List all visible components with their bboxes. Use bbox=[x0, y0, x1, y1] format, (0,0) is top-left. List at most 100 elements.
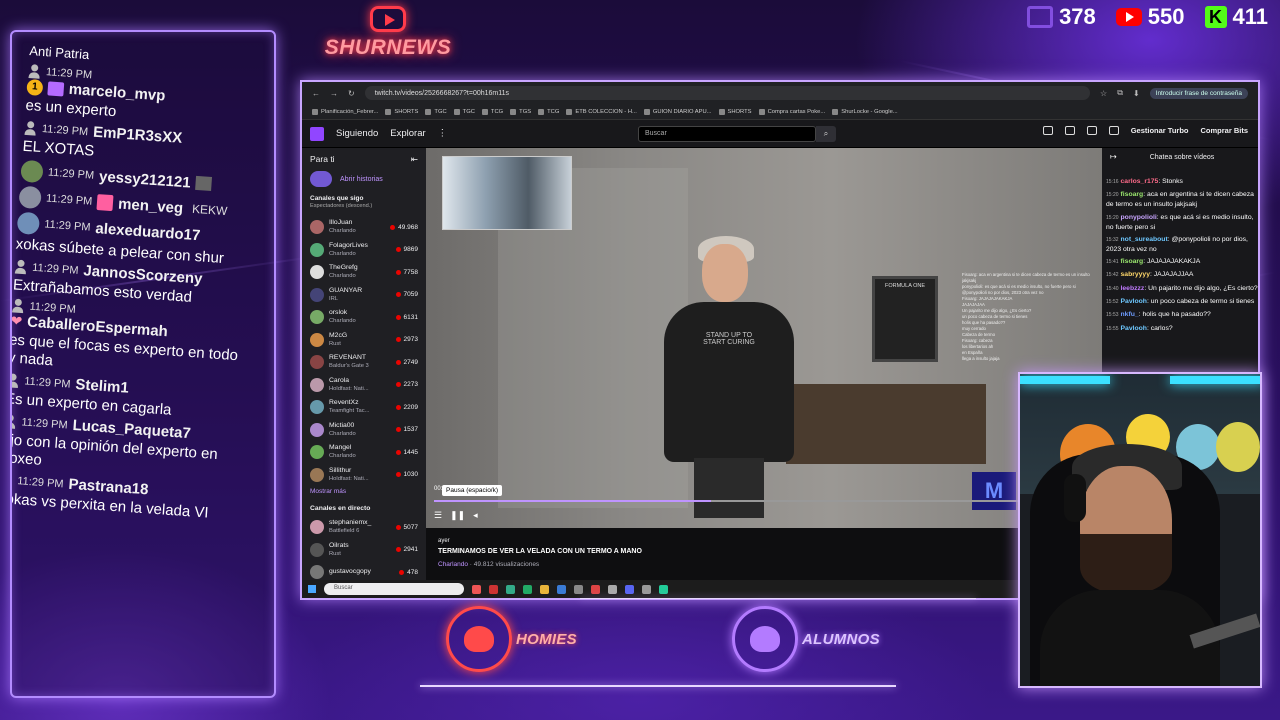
windows-start-icon[interactable] bbox=[308, 585, 316, 593]
bookmark-item[interactable]: GUION DIARIO APU... bbox=[643, 108, 712, 115]
sort-label: Espectadores (descend.) bbox=[310, 203, 373, 209]
brave-icon[interactable] bbox=[472, 584, 481, 594]
turbo-button[interactable]: Gestionar Turbo bbox=[1131, 126, 1189, 135]
extensions-icon[interactable]: ⧉ bbox=[1117, 88, 1123, 98]
bookmark-item[interactable]: SHORTS bbox=[385, 108, 418, 115]
video-player[interactable]: FORMULA ONE STAND UP TO START CURING Fis… bbox=[426, 148, 1102, 528]
sidebar-channel[interactable]: Sillithur Holdfast: Nati... 1030 bbox=[310, 464, 418, 487]
sub-badge-icon bbox=[47, 80, 65, 96]
sidebar-channel[interactable]: TheGrefg Charlando 7758 bbox=[310, 261, 418, 284]
badge-icon: 1 bbox=[26, 78, 44, 96]
sidebar-channel[interactable]: FolagorLives Charlando 9869 bbox=[310, 239, 418, 262]
homies-label: HOMIES bbox=[516, 630, 577, 648]
whispers-icon[interactable] bbox=[1086, 126, 1097, 135]
stories-link[interactable]: Abrir historias bbox=[310, 171, 418, 187]
notifications-icon[interactable] bbox=[1042, 126, 1053, 135]
user-icon bbox=[27, 64, 41, 79]
chat-line: 15:55 Pavlooh: carlos? bbox=[1106, 324, 1173, 332]
bookmark-item[interactable]: TCG bbox=[481, 108, 503, 115]
bookmark-item[interactable]: TGC bbox=[453, 108, 475, 115]
forward-icon[interactable]: → bbox=[330, 89, 338, 98]
pause-icon[interactable]: ❚❚ bbox=[450, 510, 465, 521]
password-button[interactable]: Introducir frase de contraseña bbox=[1149, 87, 1248, 99]
sidebar-channel[interactable]: orslok Charlando 6131 bbox=[310, 306, 418, 329]
prime-icon[interactable] bbox=[1108, 126, 1119, 135]
sidebar-channel[interactable]: GUANYAR IRL 7059 bbox=[310, 284, 418, 307]
sidebar-channel[interactable]: ReventXz Teamfight Tac... 2209 bbox=[310, 396, 418, 419]
bookmark-item[interactable]: SHORTS bbox=[718, 108, 752, 115]
taskbar-search-input[interactable]: Buscar bbox=[324, 583, 464, 595]
browser-toolbar: ← → ↻ twitch.tv/videos/2526668267?t=00h1… bbox=[302, 82, 1258, 104]
video-date: ayer bbox=[438, 538, 450, 544]
url-bar[interactable]: twitch.tv/videos/2526668267?t=00h16m11s bbox=[364, 86, 1091, 100]
reload-icon[interactable]: ↻ bbox=[348, 89, 355, 98]
app-icon[interactable] bbox=[642, 584, 651, 594]
sidebar-channel[interactable]: REVENANT Baldur's Gate 3 2749 bbox=[310, 351, 418, 374]
chat-line: 15:32 not_sureabout: @ponypolioli no por … bbox=[1106, 235, 1248, 253]
app-icon[interactable] bbox=[574, 584, 583, 594]
folder-icon[interactable] bbox=[540, 584, 549, 594]
youtube-play-icon bbox=[370, 6, 406, 32]
bookmark-item[interactable]: ETB COLECCION - H... bbox=[566, 108, 637, 115]
bookmark-item[interactable]: Compra cartas Poke... bbox=[758, 108, 825, 115]
bookmark-item[interactable]: TGS bbox=[510, 108, 531, 115]
heart-badge-icon: ❤ bbox=[10, 312, 23, 330]
inbox-icon[interactable] bbox=[1064, 126, 1075, 135]
emote-text: KEKW bbox=[191, 201, 228, 219]
user-icon bbox=[24, 120, 38, 135]
neon-divider bbox=[580, 598, 976, 599]
shirt-text: STAND UP TO START CURING bbox=[703, 332, 755, 346]
video-category-link[interactable]: Charlando bbox=[438, 561, 468, 568]
discord-icon[interactable] bbox=[625, 584, 634, 594]
app-icon[interactable] bbox=[659, 584, 668, 594]
volume-icon[interactable]: ◂ bbox=[473, 510, 478, 521]
sidebar-channel[interactable]: Mictia00 Charlando 1537 bbox=[310, 419, 418, 442]
kick-viewer-count: K 411 bbox=[1204, 4, 1268, 30]
chapters-icon[interactable]: ☰ bbox=[434, 510, 442, 521]
chat-time: 11:29 PM bbox=[43, 218, 91, 234]
settings-icon[interactable] bbox=[608, 584, 617, 594]
search-button[interactable]: ⌕ bbox=[816, 126, 836, 142]
collapse-icon[interactable]: ⇤ bbox=[411, 154, 418, 165]
bookmark-item[interactable]: TGC bbox=[425, 108, 447, 115]
sidebar-channel[interactable]: M2cG Rust 2973 bbox=[310, 329, 418, 352]
app-icon[interactable] bbox=[557, 584, 566, 594]
chat-line: 15:41 fisoarg: JAJAJAJAKAKJA bbox=[1106, 258, 1201, 266]
star-icon[interactable]: ☆ bbox=[1100, 89, 1107, 98]
user-icon bbox=[14, 259, 28, 274]
more-menu-icon[interactable]: ⋮ bbox=[438, 128, 448, 139]
bookmark-item[interactable]: Planificación_Febrer... bbox=[312, 108, 378, 115]
youtube-icon bbox=[1115, 8, 1142, 26]
sidebar-channel[interactable]: stephaniemx_ Battlefield 6 5077 bbox=[310, 516, 418, 539]
sidebar-channel[interactable]: Carola Holdfast: Nati... 2273 bbox=[310, 374, 418, 397]
pause-tooltip: Pausa (espacio/k) bbox=[442, 485, 503, 496]
badge-icon bbox=[96, 194, 114, 212]
kick-icon: K bbox=[1204, 6, 1227, 28]
nav-browse[interactable]: Explorar bbox=[390, 128, 425, 139]
sidebar-channel[interactable]: Oilrats Rust 2941 bbox=[310, 539, 418, 562]
sidebar-channel[interactable]: IlloJuan Charlando 49.968 bbox=[310, 216, 418, 239]
chat-time: 11:29 PM bbox=[41, 122, 89, 138]
bookmark-item[interactable]: ShurLocke - Google... bbox=[832, 108, 898, 115]
back-icon[interactable]: ← bbox=[312, 89, 320, 98]
app-icon[interactable] bbox=[489, 584, 498, 594]
download-icon[interactable]: ⬇ bbox=[1133, 89, 1140, 98]
bookmark-item[interactable]: TCG bbox=[538, 108, 559, 115]
chrome-icon[interactable] bbox=[506, 584, 515, 594]
twitch-logo-icon[interactable] bbox=[310, 126, 324, 141]
app-icon[interactable] bbox=[523, 584, 532, 594]
nav-following[interactable]: Siguiendo bbox=[336, 128, 378, 139]
search-input[interactable]: Buscar bbox=[638, 126, 816, 142]
thumbnail-overlay-image bbox=[442, 156, 572, 230]
app-icon[interactable] bbox=[591, 584, 600, 594]
buy-bits-button[interactable]: Comprar Bits bbox=[1200, 126, 1248, 135]
collapse-chat-icon[interactable]: ↦ bbox=[1110, 152, 1117, 161]
progress-bar[interactable] bbox=[434, 500, 1094, 502]
sidebar-channel[interactable]: Mangel Charlando 1445 bbox=[310, 441, 418, 464]
video-scene-shelf bbox=[786, 384, 986, 464]
twitch-viewer-count: 378 bbox=[1027, 4, 1096, 30]
show-more-link[interactable]: Mostrar más bbox=[310, 488, 418, 495]
youtube-viewer-count: 550 bbox=[1115, 4, 1185, 30]
led-light bbox=[1020, 376, 1110, 384]
chat-line: 15:20 fisoarg: aca en argentina si te dic… bbox=[1106, 191, 1254, 209]
